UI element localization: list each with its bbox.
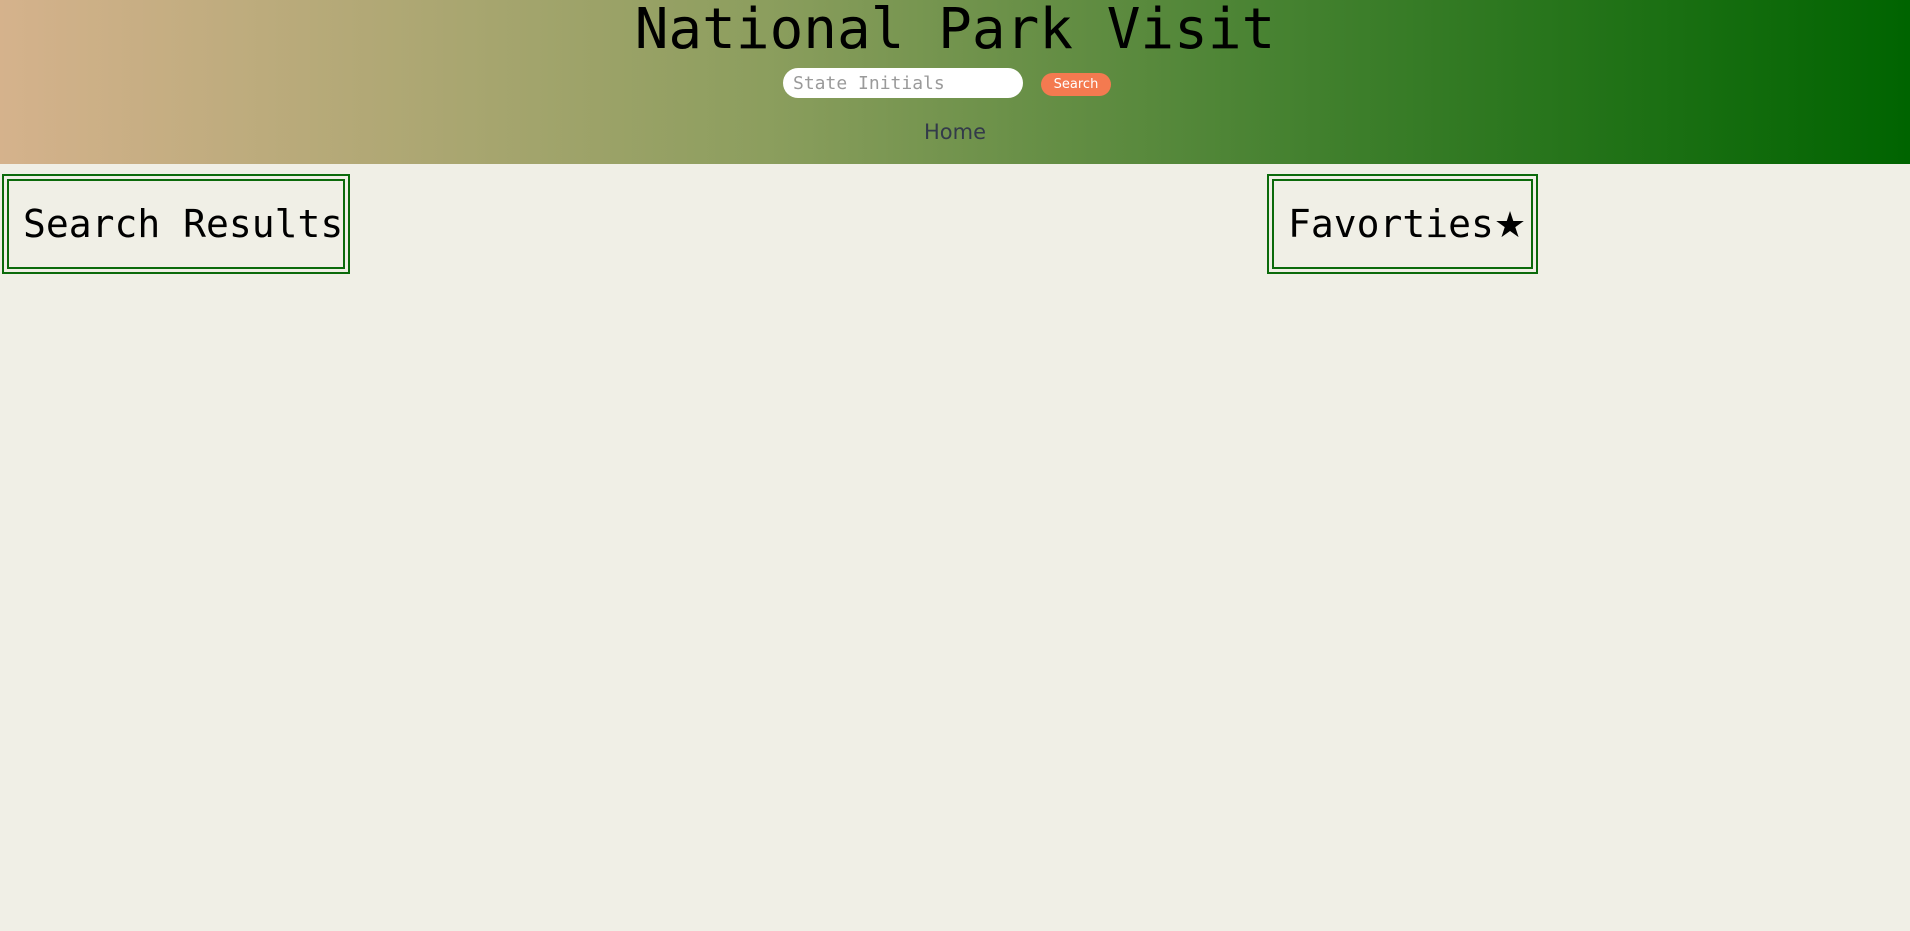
page-header: National Park Visit Search Home bbox=[0, 0, 1910, 164]
search-button[interactable]: Search bbox=[1041, 73, 1111, 96]
favorites-panel: Favorties★ bbox=[1267, 174, 1538, 274]
search-bar: Search bbox=[0, 68, 1910, 98]
favorites-heading: Favorties bbox=[1288, 202, 1494, 246]
state-search-input[interactable] bbox=[783, 68, 1023, 98]
page-title: National Park Visit bbox=[634, 0, 1276, 62]
star-icon: ★ bbox=[1493, 205, 1527, 246]
search-results-heading: Search Results bbox=[23, 202, 344, 246]
nav-home-link[interactable]: Home bbox=[924, 120, 986, 144]
search-results-panel: Search Results bbox=[2, 174, 350, 274]
favorites-heading-wrap: Favorties★ bbox=[1288, 202, 1526, 246]
main-nav: Home bbox=[0, 120, 1910, 144]
